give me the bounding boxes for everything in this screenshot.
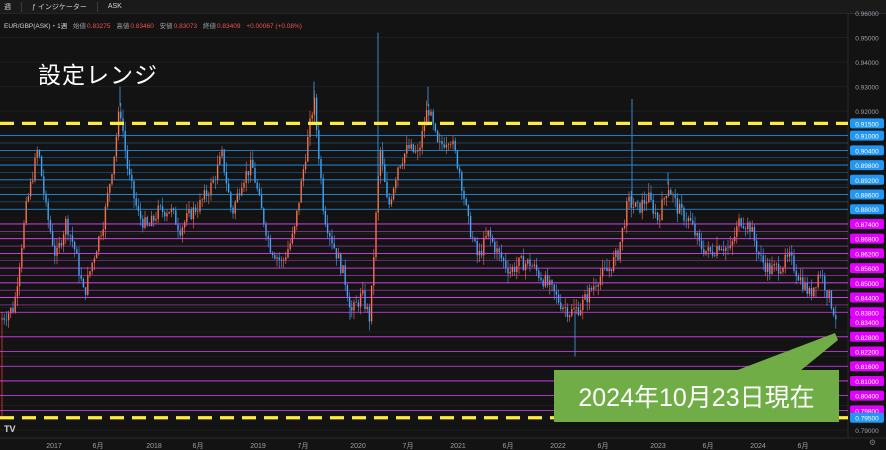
status-date-box: 2024年10月23日現在 xyxy=(554,370,839,422)
settings-gear-icon[interactable]: ⚙ xyxy=(869,438,876,447)
callout-pointer xyxy=(735,333,838,371)
tradingview-logo: TV xyxy=(4,424,16,434)
